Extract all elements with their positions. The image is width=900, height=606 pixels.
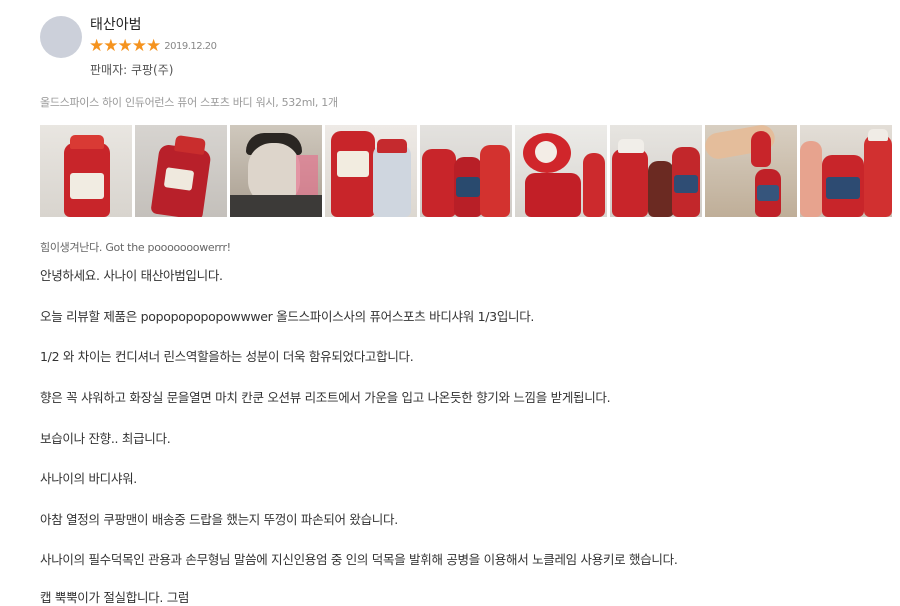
product-name[interactable]: 올드스파이스 하이 인듀어런스 퓨어 스포츠 바디 워시, 532ml, 1개 [40, 94, 338, 110]
review-photo[interactable] [135, 125, 227, 217]
seller-label: 판매자: 쿠팡(주) [90, 63, 174, 77]
review-paragraph: 오늘 리뷰할 제품은 popopopopopowwwer 올드스파이스사의 퓨어… [40, 309, 535, 324]
star-icon: ★ [146, 36, 161, 56]
star-icon: ★ [89, 36, 104, 56]
review-paragraph: 사나이의 바디샤워. [40, 471, 137, 486]
review-paragraph: 아참 열정의 쿠팡맨이 배송중 드랍을 했는지 뚜껑이 파손되어 왔습니다. [40, 512, 398, 527]
review-photo[interactable] [420, 125, 512, 217]
review-photo[interactable] [40, 125, 132, 217]
review-photo[interactable] [705, 125, 797, 217]
review-date: 2019.12.20 [164, 40, 217, 52]
review-photo[interactable] [800, 125, 892, 217]
review-headline: 힘이생겨난다. Got the pooooooowerrr! [40, 241, 231, 254]
review-photo[interactable] [230, 125, 322, 217]
review-paragraph: 안녕하세요. 사나이 태산아범입니다. [40, 268, 223, 283]
star-icon: ★ [103, 36, 118, 56]
review-paragraph: 사나이의 필수덕목인 관용과 손무형님 말씀에 지신인용엄 중 인의 덕목을 발… [40, 552, 678, 567]
photo-strip [40, 125, 892, 217]
review-photo[interactable] [325, 125, 417, 217]
review-photo[interactable] [515, 125, 607, 217]
reviewer-name: 태산아범 [90, 17, 142, 33]
review-paragraph: 캡 뿍뿍이가 절실합니다. 그럼 [40, 590, 190, 605]
review-paragraph: 향은 꼭 샤워하고 화장실 문을열면 마치 칸쿤 오션뷰 리조트에서 가운을 입… [40, 390, 611, 405]
review-photo[interactable] [610, 125, 702, 217]
star-icon: ★ [131, 36, 147, 56]
avatar[interactable] [40, 16, 82, 58]
star-icon: ★ [117, 36, 133, 56]
rating-row: ★ ★ ★ ★ ★ 2019.12.20 [89, 37, 217, 55]
review-paragraph: 1/2 와 차이는 컨디셔너 린스역할을하는 성분이 더욱 함유되었다고합니다. [40, 349, 414, 364]
review-paragraph: 보습이나 잔향.. 최급니다. [40, 431, 171, 446]
